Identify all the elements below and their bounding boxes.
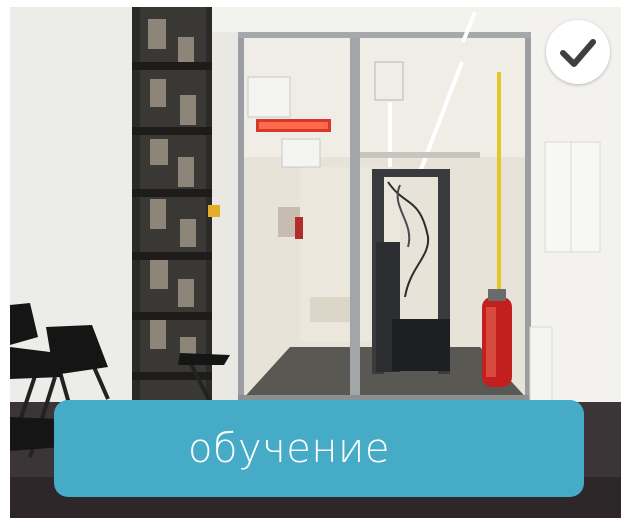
select-checkmark-button[interactable] <box>546 20 610 84</box>
category-caption-label: обучение <box>188 425 390 472</box>
checkmark-icon <box>560 39 596 67</box>
category-card[interactable]: обучение <box>10 7 621 518</box>
category-caption-button[interactable]: обучение <box>54 400 584 497</box>
